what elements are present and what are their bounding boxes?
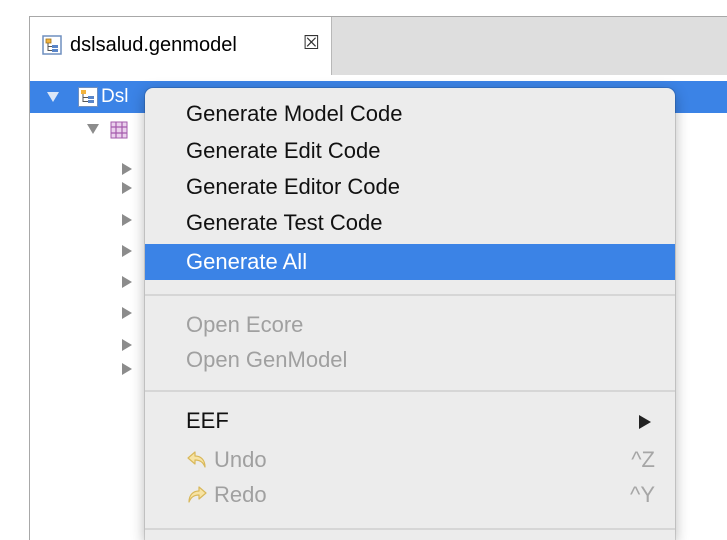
close-tab-icon[interactable]: ☒ (303, 32, 320, 54)
menu-item-label: Generate All (186, 249, 308, 274)
shortcut-text: ^Y (630, 482, 655, 507)
collapse-arrow-icon[interactable] (47, 92, 59, 102)
menu-item-open-genmodel[interactable]: Open GenModel (145, 343, 675, 377)
menu-item-label: Open Ecore (186, 312, 304, 337)
context-menu: Generate Model Code Generate Edit Code G… (145, 88, 675, 540)
menu-item-label: Undo (214, 447, 267, 472)
tree-root-label: Dsl (101, 86, 129, 107)
menu-item-label: EEF (186, 408, 229, 433)
package-icon (110, 121, 128, 139)
menu-item-generate-all[interactable]: Generate All (145, 244, 675, 280)
undo-icon (187, 451, 206, 468)
menu-item-label: Generate Edit Code (186, 138, 381, 163)
menu-separator (145, 528, 675, 530)
expand-arrow-icon[interactable] (122, 276, 132, 288)
expand-arrow-icon[interactable] (122, 245, 132, 257)
menu-item-open-ecore[interactable]: Open Ecore (145, 308, 675, 342)
menu-item-eef[interactable]: EEF (145, 404, 675, 438)
expand-arrow-icon[interactable] (122, 363, 132, 375)
expand-arrow-icon[interactable] (122, 163, 132, 175)
menu-item-generate-editor-code[interactable]: Generate Editor Code (145, 170, 675, 204)
menu-item-generate-test-code[interactable]: Generate Test Code (145, 206, 675, 240)
submenu-arrow-icon (639, 415, 651, 429)
expand-arrow-icon[interactable] (122, 182, 132, 194)
genmodel-file-icon (42, 35, 62, 55)
collapse-arrow-icon[interactable] (87, 124, 99, 134)
menu-item-undo[interactable]: Undo ^Z (145, 443, 675, 477)
expand-arrow-icon[interactable] (122, 307, 132, 319)
menu-item-generate-edit-code[interactable]: Generate Edit Code (145, 134, 675, 168)
shortcut-text: ^Z (631, 447, 655, 472)
genmodel-root-icon (78, 87, 98, 107)
menu-item-label: Open GenModel (186, 347, 348, 372)
tab-dslsalud-genmodel[interactable]: dslsalud.genmodel ☒ (30, 17, 332, 75)
menu-item-redo[interactable]: Redo ^Y (145, 478, 675, 512)
menu-item-label: Generate Editor Code (186, 174, 401, 199)
menu-separator (145, 390, 675, 392)
menu-item-generate-model-code[interactable]: Generate Model Code (145, 97, 675, 131)
menu-item-label: Generate Test Code (186, 210, 383, 235)
menu-item-label: Redo (214, 482, 267, 507)
menu-separator (145, 294, 675, 296)
menu-item-label: Generate Model Code (186, 101, 403, 126)
tab-label: dslsalud.genmodel (70, 34, 237, 56)
editor-tab-strip: dslsalud.genmodel ☒ (30, 17, 727, 76)
redo-icon (188, 486, 207, 503)
expand-arrow-icon[interactable] (122, 214, 132, 226)
